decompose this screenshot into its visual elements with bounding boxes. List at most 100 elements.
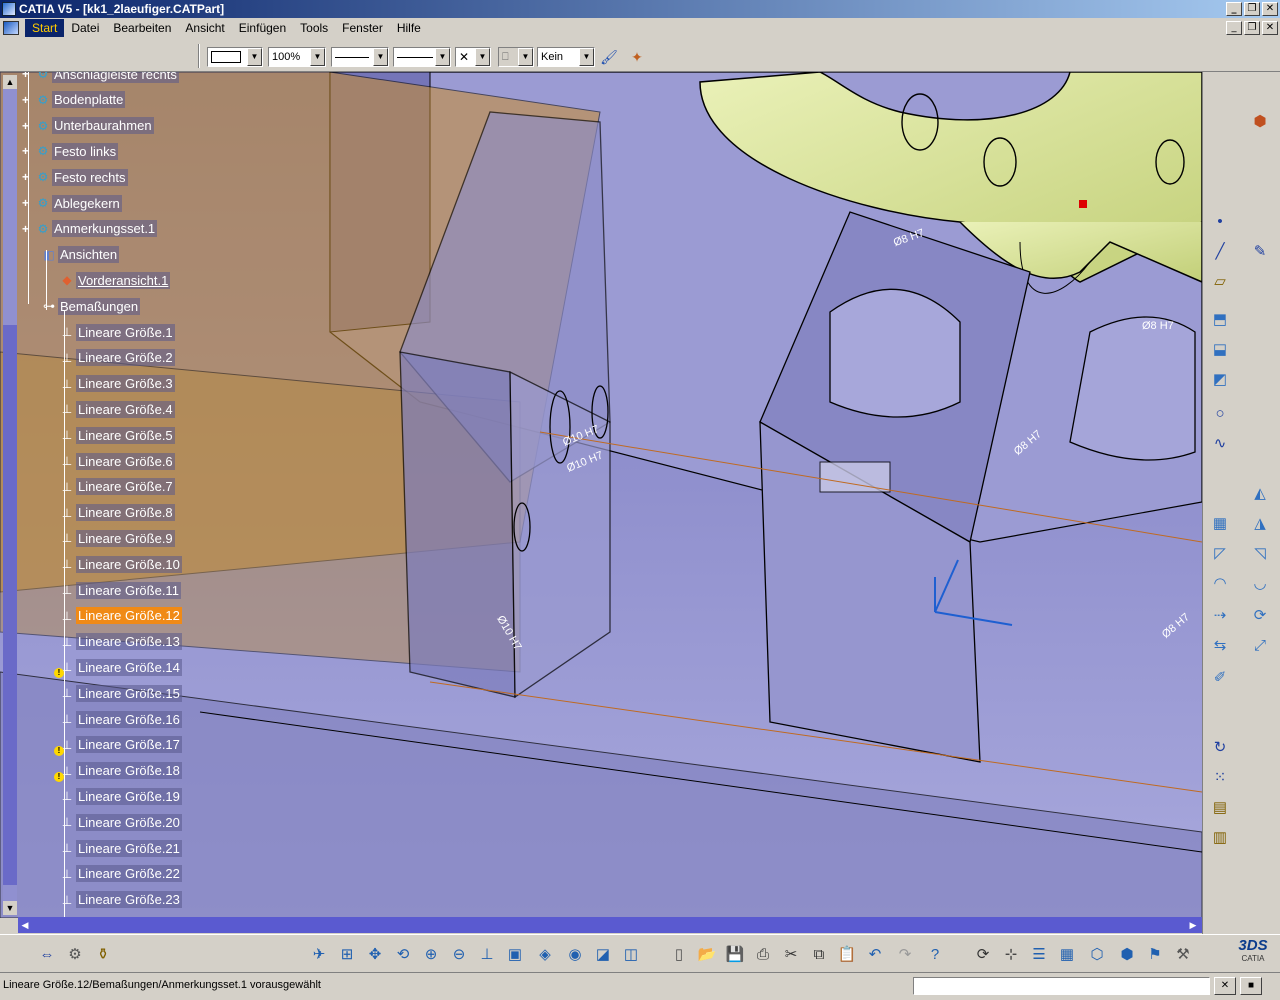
format-painter-icon[interactable]: 🖌 [598, 46, 620, 68]
stop-command-button[interactable]: ■ [1240, 977, 1262, 995]
transparency-combo[interactable]: 100% ▼ [268, 47, 326, 67]
hide-show-icon[interactable]: ◪ [592, 943, 614, 965]
menu-item-ansicht[interactable]: Ansicht [178, 19, 231, 37]
save-icon[interactable]: 💾 [724, 943, 746, 965]
circle-icon[interactable]: ○ [1209, 402, 1231, 424]
line-icon[interactable]: ╱ [1209, 240, 1231, 262]
tree-item[interactable]: ⊥! Lineare Größe.17 [54, 735, 182, 756]
doc-restore-button[interactable]: ❐ [1244, 21, 1260, 35]
tree-item[interactable]: + ⚙ Bodenplatte [22, 90, 126, 110]
normal-view-icon[interactable]: ⊥ [476, 943, 498, 965]
scroll-right-icon[interactable]: ▶ [1186, 918, 1200, 932]
doc-minimize-button[interactable]: _ [1226, 21, 1242, 35]
tree-item[interactable]: ⊥ Lineare Größe.21 [58, 838, 182, 858]
close-button[interactable]: ✕ [1262, 2, 1278, 16]
cut-icon[interactable]: ✂ [780, 943, 802, 965]
chevron-down-icon[interactable]: ▼ [579, 48, 594, 66]
line-thickness-combo[interactable]: ▼ [331, 47, 389, 67]
zoom-out-icon[interactable]: ⊖ [448, 943, 470, 965]
axis-system-icon[interactable]: ⊹ [1000, 943, 1022, 965]
shading-icon[interactable]: ◉ [564, 943, 586, 965]
apply-material-icon[interactable]: ⚱ [92, 943, 114, 965]
scroll-up-icon[interactable]: ▲ [3, 75, 17, 89]
boundary-icon[interactable]: ◹ [1249, 542, 1271, 564]
tree-item[interactable]: ⊥ Lineare Größe.19 [58, 786, 182, 806]
rotate-icon[interactable]: ⟳ [1249, 604, 1271, 626]
tree-item[interactable]: ⊥ Lineare Größe.7 [58, 477, 175, 497]
tree-item[interactable]: + ⚙ Festo links [22, 141, 119, 161]
workbench-icon[interactable]: ⬢ [1249, 110, 1271, 132]
join-icon[interactable]: ▦ [1209, 512, 1231, 534]
tree-item[interactable]: + ⚙ Anmerkungsset.1 [22, 219, 158, 239]
knowledge-icon[interactable]: ⚑ [1144, 943, 1166, 965]
copy-icon[interactable]: ⧉ [808, 943, 830, 965]
view-mode-icon[interactable]: ⬢ [1116, 943, 1138, 965]
open-icon[interactable]: 📂 [696, 943, 718, 965]
repetition-icon[interactable]: ↻ [1209, 736, 1231, 758]
tree-item[interactable]: ⊶ Bemaßungen [40, 296, 141, 316]
tree-item[interactable]: ⊥ Lineare Größe.15 [58, 683, 182, 703]
tree-item[interactable]: + ⚙ Ablegekern [22, 193, 122, 213]
sketch-icon[interactable]: ✎ [1249, 240, 1271, 262]
scroll-left-icon[interactable]: ◀ [18, 918, 32, 932]
scaling-icon[interactable]: ⤢ [1249, 634, 1271, 656]
chevron-down-icon[interactable]: ▼ [373, 48, 388, 66]
catalog-icon[interactable]: ▤ [1209, 796, 1231, 818]
point-symbol-combo[interactable]: ✕ ▼ [455, 47, 491, 67]
fill-surface-icon[interactable]: ◩ [1209, 368, 1231, 390]
tools-icon[interactable]: ⚒ [1172, 943, 1194, 965]
fill-color-combo[interactable]: ▼ [207, 47, 263, 67]
tree-item[interactable]: ⊥ Lineare Größe.5 [58, 425, 175, 445]
tree-item[interactable]: ⊥ Lineare Größe.11 [58, 580, 181, 600]
dimension-annotation[interactable]: Ø8 H7 [1142, 320, 1174, 332]
restore-button[interactable]: ❐ [1244, 2, 1260, 16]
tree-item[interactable]: ⊥ Lineare Größe.4 [58, 399, 175, 419]
tree-icon[interactable]: ☰ [1028, 943, 1050, 965]
tree-item[interactable]: ⊥ Lineare Größe.13 [58, 632, 182, 652]
menu-item-datei[interactable]: Datei [64, 19, 106, 37]
fly-mode-icon[interactable]: ✈ [308, 943, 330, 965]
point-icon[interactable]: • [1209, 210, 1231, 232]
viewport-horizontal-scrollbar[interactable]: ◀ ▶ [18, 917, 1202, 933]
print-icon[interactable]: ⎙ [752, 943, 774, 965]
tree-item[interactable]: ⊥ Lineare Größe.9 [58, 528, 175, 548]
scroll-down-icon[interactable]: ▼ [3, 901, 17, 915]
tree-item[interactable]: ⊥ Lineare Größe.3 [58, 374, 175, 394]
rotate-view-icon[interactable]: ⟲ [392, 943, 414, 965]
graphic-properties-wizard-icon[interactable]: ✦ [626, 46, 648, 68]
tree-item[interactable]: ⊥ Lineare Größe.23 [58, 890, 182, 910]
paste-icon[interactable]: 📋 [836, 943, 858, 965]
tree-item[interactable]: ⊥ Lineare Größe.8 [58, 503, 175, 523]
tree-item[interactable]: ◧ Ansichten [40, 245, 120, 265]
extrapolate-icon[interactable]: ✐ [1209, 666, 1231, 688]
tree-item[interactable]: ⊥! Lineare Größe.14 [54, 657, 182, 679]
doc-close-button[interactable]: ✕ [1262, 21, 1278, 35]
tree-item[interactable]: + ⚙ Unterbaurahmen [22, 116, 154, 136]
line-type-combo[interactable]: ▼ [393, 47, 451, 67]
document-icon[interactable] [3, 21, 19, 35]
undo-icon[interactable]: ↶ [864, 943, 886, 965]
tree-item[interactable]: ⊥! Lineare Größe.18 [54, 761, 182, 782]
translate-icon[interactable]: ⇢ [1209, 604, 1231, 626]
tree-item[interactable]: ⊥ Lineare Größe.16 [58, 709, 182, 729]
menu-item-start[interactable]: Start [25, 19, 65, 37]
sweep-icon[interactable]: ⬓ [1209, 338, 1231, 360]
extrude-surface-icon[interactable]: ⬒ [1209, 308, 1231, 330]
menu-item-fenster[interactable]: Fenster [335, 19, 390, 37]
redo-icon[interactable]: ↷ [894, 943, 916, 965]
menu-item-tools[interactable]: Tools [293, 19, 335, 37]
iso-view-icon[interactable]: ◈ [534, 943, 556, 965]
whats-this-icon[interactable]: ? [924, 943, 946, 965]
new-icon[interactable]: ▯ [668, 943, 690, 965]
rendering-style-combo[interactable]: ⎕ ▼ [498, 47, 534, 67]
cancel-command-button[interactable]: ✕ [1214, 977, 1236, 995]
pattern-icon[interactable]: ⁙ [1209, 766, 1231, 788]
fillet-icon[interactable]: ◠ [1209, 572, 1231, 594]
split-icon[interactable]: ◮ [1249, 512, 1271, 534]
tree-scrollbar[interactable]: ▲ ▼ [3, 75, 17, 915]
tree-item[interactable]: + ⚙ Festo rechts [22, 167, 128, 187]
chevron-down-icon[interactable]: ▼ [518, 48, 533, 66]
menu-item-einfügen[interactable]: Einfügen [232, 19, 293, 37]
chevron-down-icon[interactable]: ▼ [435, 48, 450, 66]
spline-icon[interactable]: ∿ [1209, 432, 1231, 454]
